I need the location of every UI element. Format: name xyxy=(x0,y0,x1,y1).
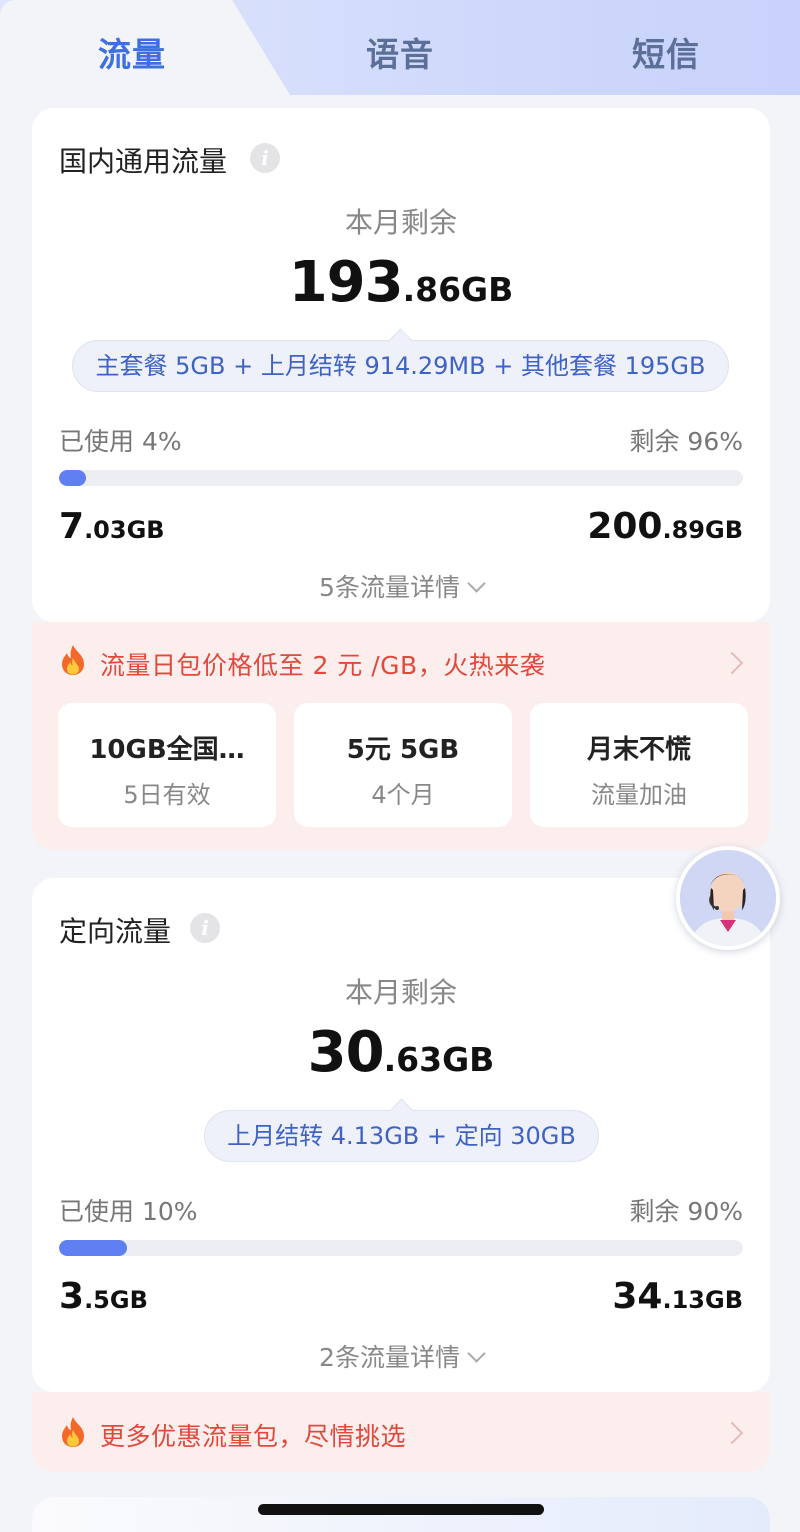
used-amount-dec: .5GB xyxy=(84,1286,148,1314)
directed-data-title: 定向流量 xyxy=(59,915,172,948)
remain-amount-dec: .63GB xyxy=(383,1040,495,1079)
package-subtitle: 流量加油 xyxy=(591,781,687,809)
package-card[interactable]: 10GB全国… 5日有效 xyxy=(58,703,276,827)
usage-bar-fill xyxy=(59,470,87,486)
remain-label: 本月剩余 xyxy=(344,206,457,239)
usage-bar xyxy=(59,1240,743,1256)
domestic-data-title: 国内通用流量 xyxy=(59,145,228,178)
details-toggle[interactable]: 5条流量详情 xyxy=(32,568,770,604)
used-amount: 3.5GB xyxy=(59,1276,148,1317)
domestic-data-card: 国内通用流量 i 本月剩余 193.86GB 主套餐 5GB + 上月结转 91… xyxy=(32,108,770,622)
tab-sms[interactable]: 短信 xyxy=(632,28,700,76)
total-amount-dec: .13GB xyxy=(662,1286,743,1314)
left-percent: 剩余 90% xyxy=(629,1197,743,1226)
usage-bar-fill xyxy=(59,1240,128,1256)
package-card[interactable]: 月末不慌 流量加油 xyxy=(530,703,748,827)
total-amount-dec: .89GB xyxy=(662,516,743,544)
promo-panel: 更多优惠流量包，尽情挑选 xyxy=(32,1392,770,1472)
chevron-down-icon xyxy=(467,1344,486,1363)
promo-text[interactable]: 更多优惠流量包，尽情挑选 xyxy=(100,1417,406,1453)
remain-amount-int: 193 xyxy=(288,250,404,315)
agent-portrait xyxy=(680,850,776,946)
home-indicator[interactable] xyxy=(258,1504,544,1515)
fire-icon xyxy=(62,1417,84,1447)
details-label: 2条流量详情 xyxy=(319,1343,460,1372)
tab-bar: 流量 语音 短信 xyxy=(0,0,800,95)
package-title: 月末不慌 xyxy=(586,735,691,765)
remain-amount-dec: .86GB xyxy=(402,270,514,309)
details-toggle[interactable]: 2条流量详情 xyxy=(32,1338,770,1374)
total-amount: 34.13GB xyxy=(612,1276,743,1317)
fire-icon xyxy=(62,645,84,675)
package-title: 5元 5GB xyxy=(346,735,460,765)
remain-label: 本月剩余 xyxy=(344,976,457,1009)
used-amount-int: 7 xyxy=(59,506,85,547)
left-percent: 剩余 96% xyxy=(629,427,743,456)
used-amount: 7.03GB xyxy=(59,506,165,547)
total-amount-int: 200 xyxy=(587,506,663,547)
remain-amount: 193.86GB xyxy=(32,250,770,315)
tab-voice[interactable]: 语音 xyxy=(366,28,434,76)
promo-text[interactable]: 流量日包价格低至 2 元 /GB，火热来袭 xyxy=(100,646,545,682)
chevron-down-icon xyxy=(467,574,486,593)
info-icon[interactable]: i xyxy=(250,143,280,173)
chevron-right-icon[interactable] xyxy=(720,651,744,675)
used-amount-int: 3 xyxy=(59,1276,85,1317)
tab-data[interactable]: 流量 xyxy=(98,28,166,76)
package-title: 10GB全国… xyxy=(89,735,245,765)
used-amount-dec: .03GB xyxy=(84,516,165,544)
used-percent: 已使用 10% xyxy=(59,1197,198,1226)
package-card[interactable]: 5元 5GB 4个月 xyxy=(294,703,512,827)
customer-service-avatar[interactable] xyxy=(676,846,780,950)
remain-amount-int: 30 xyxy=(307,1020,385,1085)
used-percent: 已使用 4% xyxy=(59,427,182,456)
directed-data-card: 定向流量 i 本月剩余 30.63GB 上月结转 4.13GB + 定向 30G… xyxy=(32,878,770,1392)
remain-amount: 30.63GB xyxy=(32,1020,770,1085)
package-subtitle: 5日有效 xyxy=(123,781,211,809)
details-label: 5条流量详情 xyxy=(319,573,460,602)
total-amount-int: 34 xyxy=(612,1276,663,1317)
total-amount: 200.89GB xyxy=(587,506,743,547)
usage-bar xyxy=(59,470,743,486)
chevron-right-icon[interactable] xyxy=(720,1421,744,1445)
breakdown-pill: 主套餐 5GB + 上月结转 914.29MB + 其他套餐 195GB xyxy=(72,340,729,392)
package-subtitle: 4个月 xyxy=(371,781,435,809)
info-icon[interactable]: i xyxy=(190,913,220,943)
breakdown-pill: 上月结转 4.13GB + 定向 30GB xyxy=(204,1110,599,1162)
